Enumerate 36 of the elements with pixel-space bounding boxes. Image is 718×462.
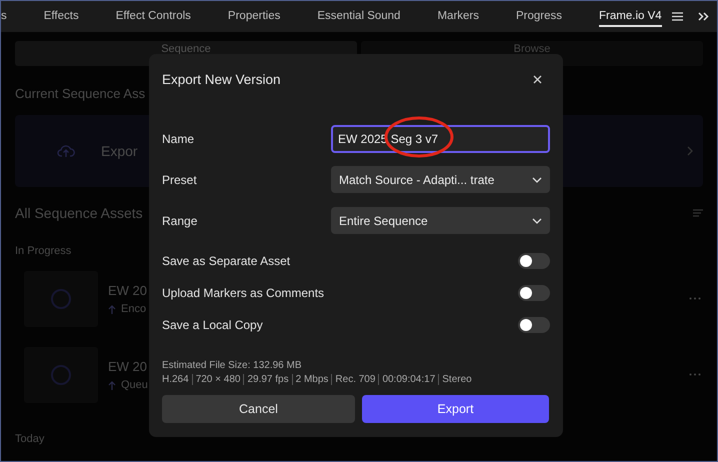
card-label: Expor bbox=[101, 143, 138, 159]
group-heading: In Progress bbox=[15, 245, 72, 257]
dialog-title: Export New Version bbox=[162, 72, 281, 87]
spec-text: Stereo bbox=[438, 374, 475, 385]
group-heading: Today bbox=[15, 433, 46, 445]
asset-status: Queu bbox=[121, 379, 148, 391]
field-label: Name bbox=[162, 132, 196, 146]
asset-name: EW 20 bbox=[108, 359, 148, 374]
panel-tab[interactable]: Frame.io V4 bbox=[599, 6, 662, 26]
field-label: Range bbox=[162, 214, 198, 228]
panel-tab[interactable]: Progress bbox=[516, 6, 562, 26]
field-label: Preset bbox=[162, 172, 198, 186]
export-button[interactable]: Export bbox=[362, 395, 549, 423]
asset-name: EW 20 bbox=[108, 283, 148, 298]
dropdown[interactable]: Entire Sequence bbox=[331, 207, 550, 234]
file-size-text: Estimated File Size: 132.96 MB bbox=[162, 360, 303, 371]
spec-text: Rec. 709 bbox=[331, 374, 378, 385]
section-heading: Current Sequence Ass bbox=[15, 86, 146, 101]
spec-text: 29.97 fps bbox=[243, 374, 292, 385]
panel-tab[interactable]: Markers bbox=[437, 6, 479, 26]
panel-tab[interactable]: s bbox=[1, 6, 7, 26]
toggle-label: Upload Markers as Comments bbox=[162, 286, 326, 300]
dropdown[interactable]: Match Source - Adapti... trate bbox=[331, 166, 550, 193]
section-heading: All Sequence Assets bbox=[15, 205, 143, 221]
spec-text: 2 Mbps bbox=[292, 374, 332, 385]
spec-text: 00:09:04:17 bbox=[378, 374, 438, 385]
spec-text: H.264 bbox=[162, 374, 190, 385]
toggle-label: Save as Separate Asset bbox=[162, 254, 292, 268]
asset-status: Enco bbox=[121, 303, 146, 315]
panel-tab[interactable]: Effect Controls bbox=[116, 6, 191, 26]
spec-text: 720 × 480 bbox=[192, 374, 244, 385]
panel-tab[interactable]: Properties bbox=[228, 6, 280, 26]
panel-tab[interactable]: Essential Sound bbox=[317, 6, 400, 26]
cancel-button[interactable]: Cancel bbox=[162, 395, 355, 423]
toggle-label: Save a Local Copy bbox=[162, 318, 264, 332]
panel-tab[interactable]: Effects bbox=[44, 6, 79, 26]
